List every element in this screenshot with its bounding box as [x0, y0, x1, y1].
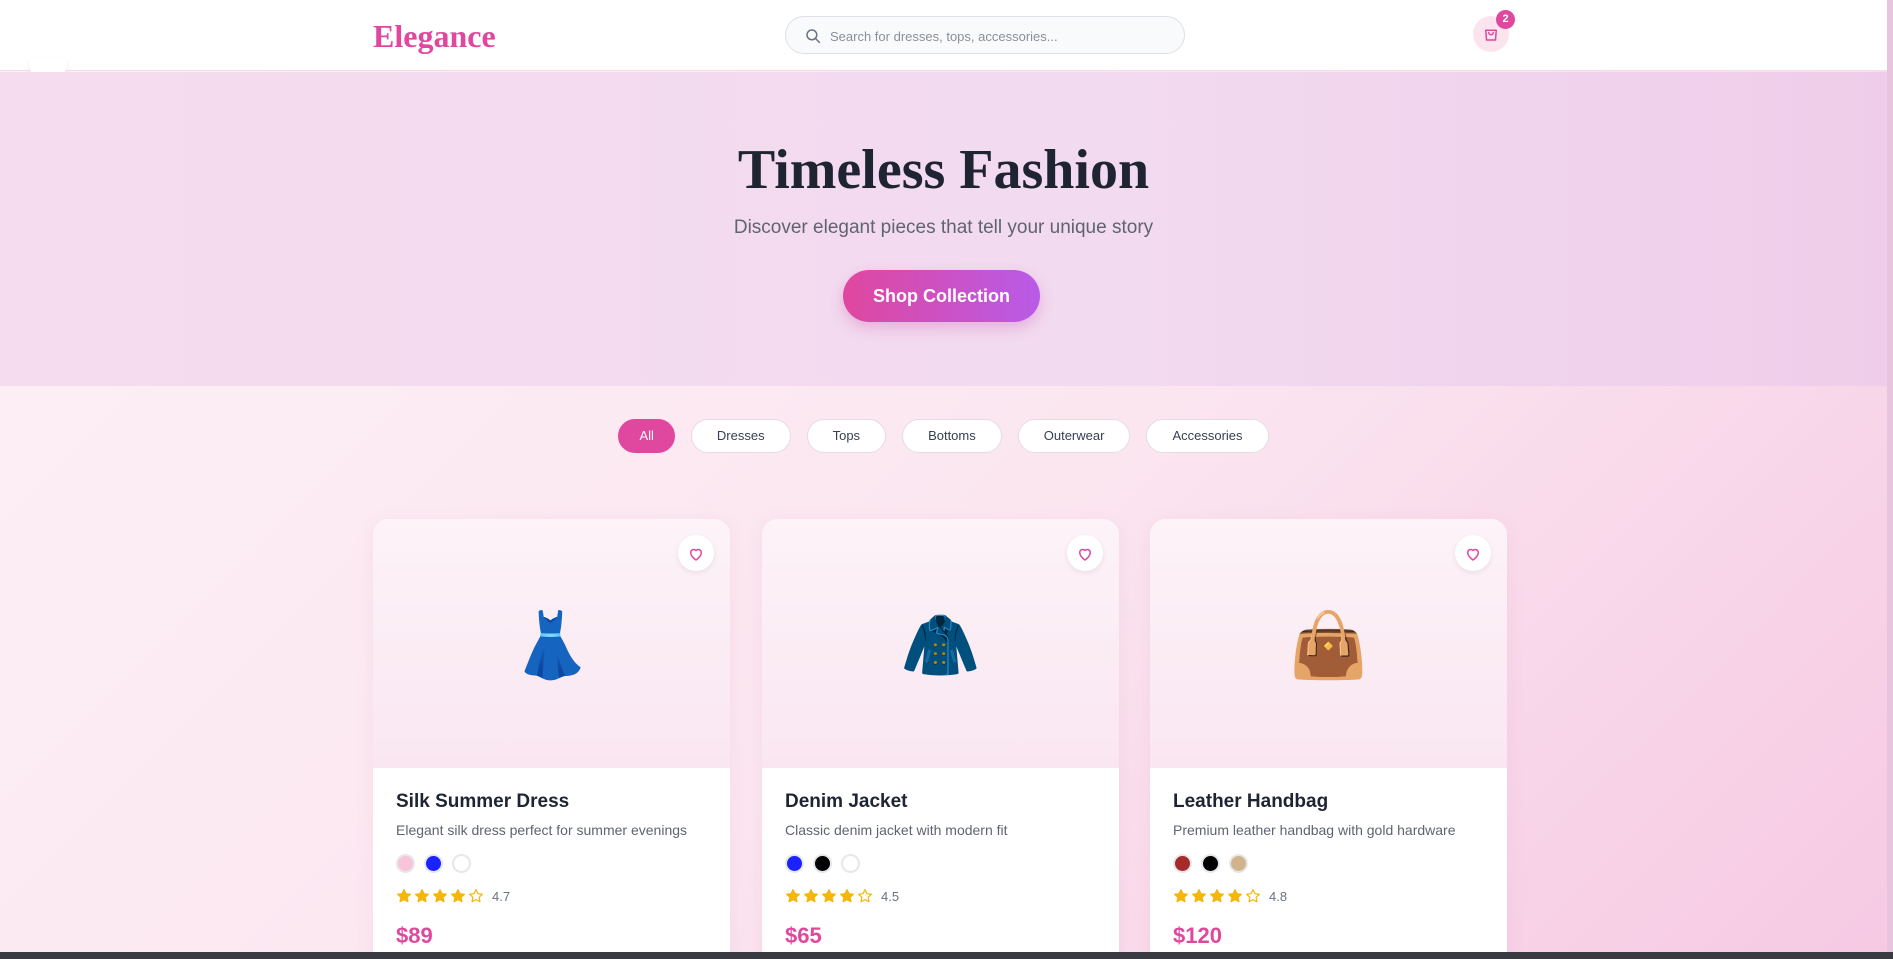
product-name[interactable]: Silk Summer Dress — [396, 791, 569, 813]
product-image-area[interactable]: 🧥 — [762, 519, 1119, 768]
search-icon — [806, 29, 821, 44]
filter-chip-bottoms[interactable]: Bottoms — [902, 419, 1002, 453]
product-description: Elegant silk dress perfect for summer ev… — [396, 822, 688, 838]
category-filters: All Dresses Tops Bottoms Outerwear Accessorie… — [0, 419, 1887, 453]
product-image: 🧥 — [900, 609, 981, 681]
cart-count-badge: 2 — [1496, 10, 1515, 29]
site-logo[interactable]: Elegance — [373, 18, 496, 55]
hero-title: Timeless Fashion — [737, 139, 1150, 201]
wishlist-button[interactable] — [1455, 535, 1491, 571]
star-filled-icon — [451, 889, 465, 903]
filter-chip-all[interactable]: All — [618, 419, 675, 453]
product-price: $89 — [396, 923, 433, 948]
star-filled-icon — [786, 889, 800, 903]
heart-icon — [690, 548, 702, 561]
product-rating: 4.7 — [396, 888, 510, 906]
search-bar[interactable] — [785, 16, 1185, 54]
product-name[interactable]: Leather Handbag — [1173, 791, 1328, 813]
wishlist-button[interactable] — [678, 535, 714, 571]
star-outline-icon — [1246, 889, 1260, 903]
shopping-bag-icon — [1485, 29, 1497, 41]
product-card[interactable]: 🧥 Denim Jacket Classic denim jacket with m… — [762, 519, 1119, 952]
star-filled-icon — [1228, 889, 1242, 903]
scrollbar-thumb[interactable] — [1887, 0, 1893, 952]
color-swatches — [785, 854, 869, 874]
product-rating: 4.5 — [785, 888, 899, 906]
star-filled-icon — [804, 889, 818, 903]
rating-value: 4.8 — [1269, 889, 1288, 904]
product-card[interactable]: 👗 Silk Summer Dress Elegant silk dress per… — [373, 519, 730, 952]
product-image: 👜 — [1288, 609, 1369, 681]
filter-chip-accessories[interactable]: Accessories — [1146, 419, 1269, 453]
site-header: Elegance 2 — [0, 0, 1887, 71]
filter-chip-dresses[interactable]: Dresses — [690, 419, 791, 453]
product-price: $120 — [1173, 923, 1222, 948]
star-filled-icon — [415, 889, 429, 903]
color-swatches — [396, 854, 480, 874]
product-card[interactable]: 👜 Leather Handbag Premium leather handbag … — [1150, 519, 1507, 952]
scrollbar[interactable] — [1887, 0, 1893, 952]
product-image-area[interactable]: 👗 — [373, 519, 730, 768]
color-swatch[interactable] — [841, 854, 860, 873]
product-price: $65 — [785, 923, 822, 948]
product-image-area[interactable]: 👜 — [1150, 519, 1507, 768]
star-filled-icon — [1174, 889, 1188, 903]
color-swatch[interactable] — [396, 854, 415, 873]
page-viewport: Elegance 2 Timeless Fashion Discover ele… — [0, 0, 1893, 952]
star-filled-icon — [397, 889, 411, 903]
filter-chip-outerwear[interactable]: Outerwear — [1017, 419, 1131, 453]
star-outline-icon — [858, 889, 872, 903]
wishlist-button[interactable] — [1067, 535, 1103, 571]
star-filled-icon — [822, 889, 836, 903]
color-swatch[interactable] — [813, 854, 832, 873]
star-outline-icon — [469, 889, 483, 903]
star-filled-icon — [840, 889, 854, 903]
product-image: 👗 — [511, 609, 592, 681]
color-swatch[interactable] — [1201, 854, 1220, 873]
product-description: Classic denim jacket with modern fit — [785, 822, 1008, 838]
star-filled-icon — [1192, 889, 1206, 903]
cart-button[interactable]: 2 — [1473, 10, 1515, 52]
hero-subtitle: Discover elegant pieces that tell your u… — [733, 217, 1154, 238]
hero-banner: Timeless Fashion Discover elegant pieces… — [0, 72, 1887, 386]
rating-value: 4.7 — [492, 889, 511, 904]
color-swatch[interactable] — [452, 854, 471, 873]
color-swatch[interactable] — [424, 854, 443, 873]
search-input[interactable] — [830, 25, 1170, 47]
heart-icon — [1079, 548, 1091, 561]
product-rating: 4.8 — [1173, 888, 1287, 906]
product-name[interactable]: Denim Jacket — [785, 791, 908, 813]
heart-icon — [1467, 548, 1479, 561]
shop-collection-button[interactable]: Shop Collection — [843, 270, 1040, 322]
star-filled-icon — [1210, 889, 1224, 903]
product-description: Premium leather handbag with gold hardwa… — [1173, 822, 1456, 838]
rating-value: 4.5 — [881, 889, 900, 904]
color-swatch[interactable] — [785, 854, 804, 873]
color-swatches — [1173, 854, 1257, 874]
color-swatch[interactable] — [1229, 854, 1248, 873]
star-filled-icon — [433, 889, 447, 903]
color-swatch[interactable] — [1173, 854, 1192, 873]
filter-chip-tops[interactable]: Tops — [806, 419, 887, 453]
